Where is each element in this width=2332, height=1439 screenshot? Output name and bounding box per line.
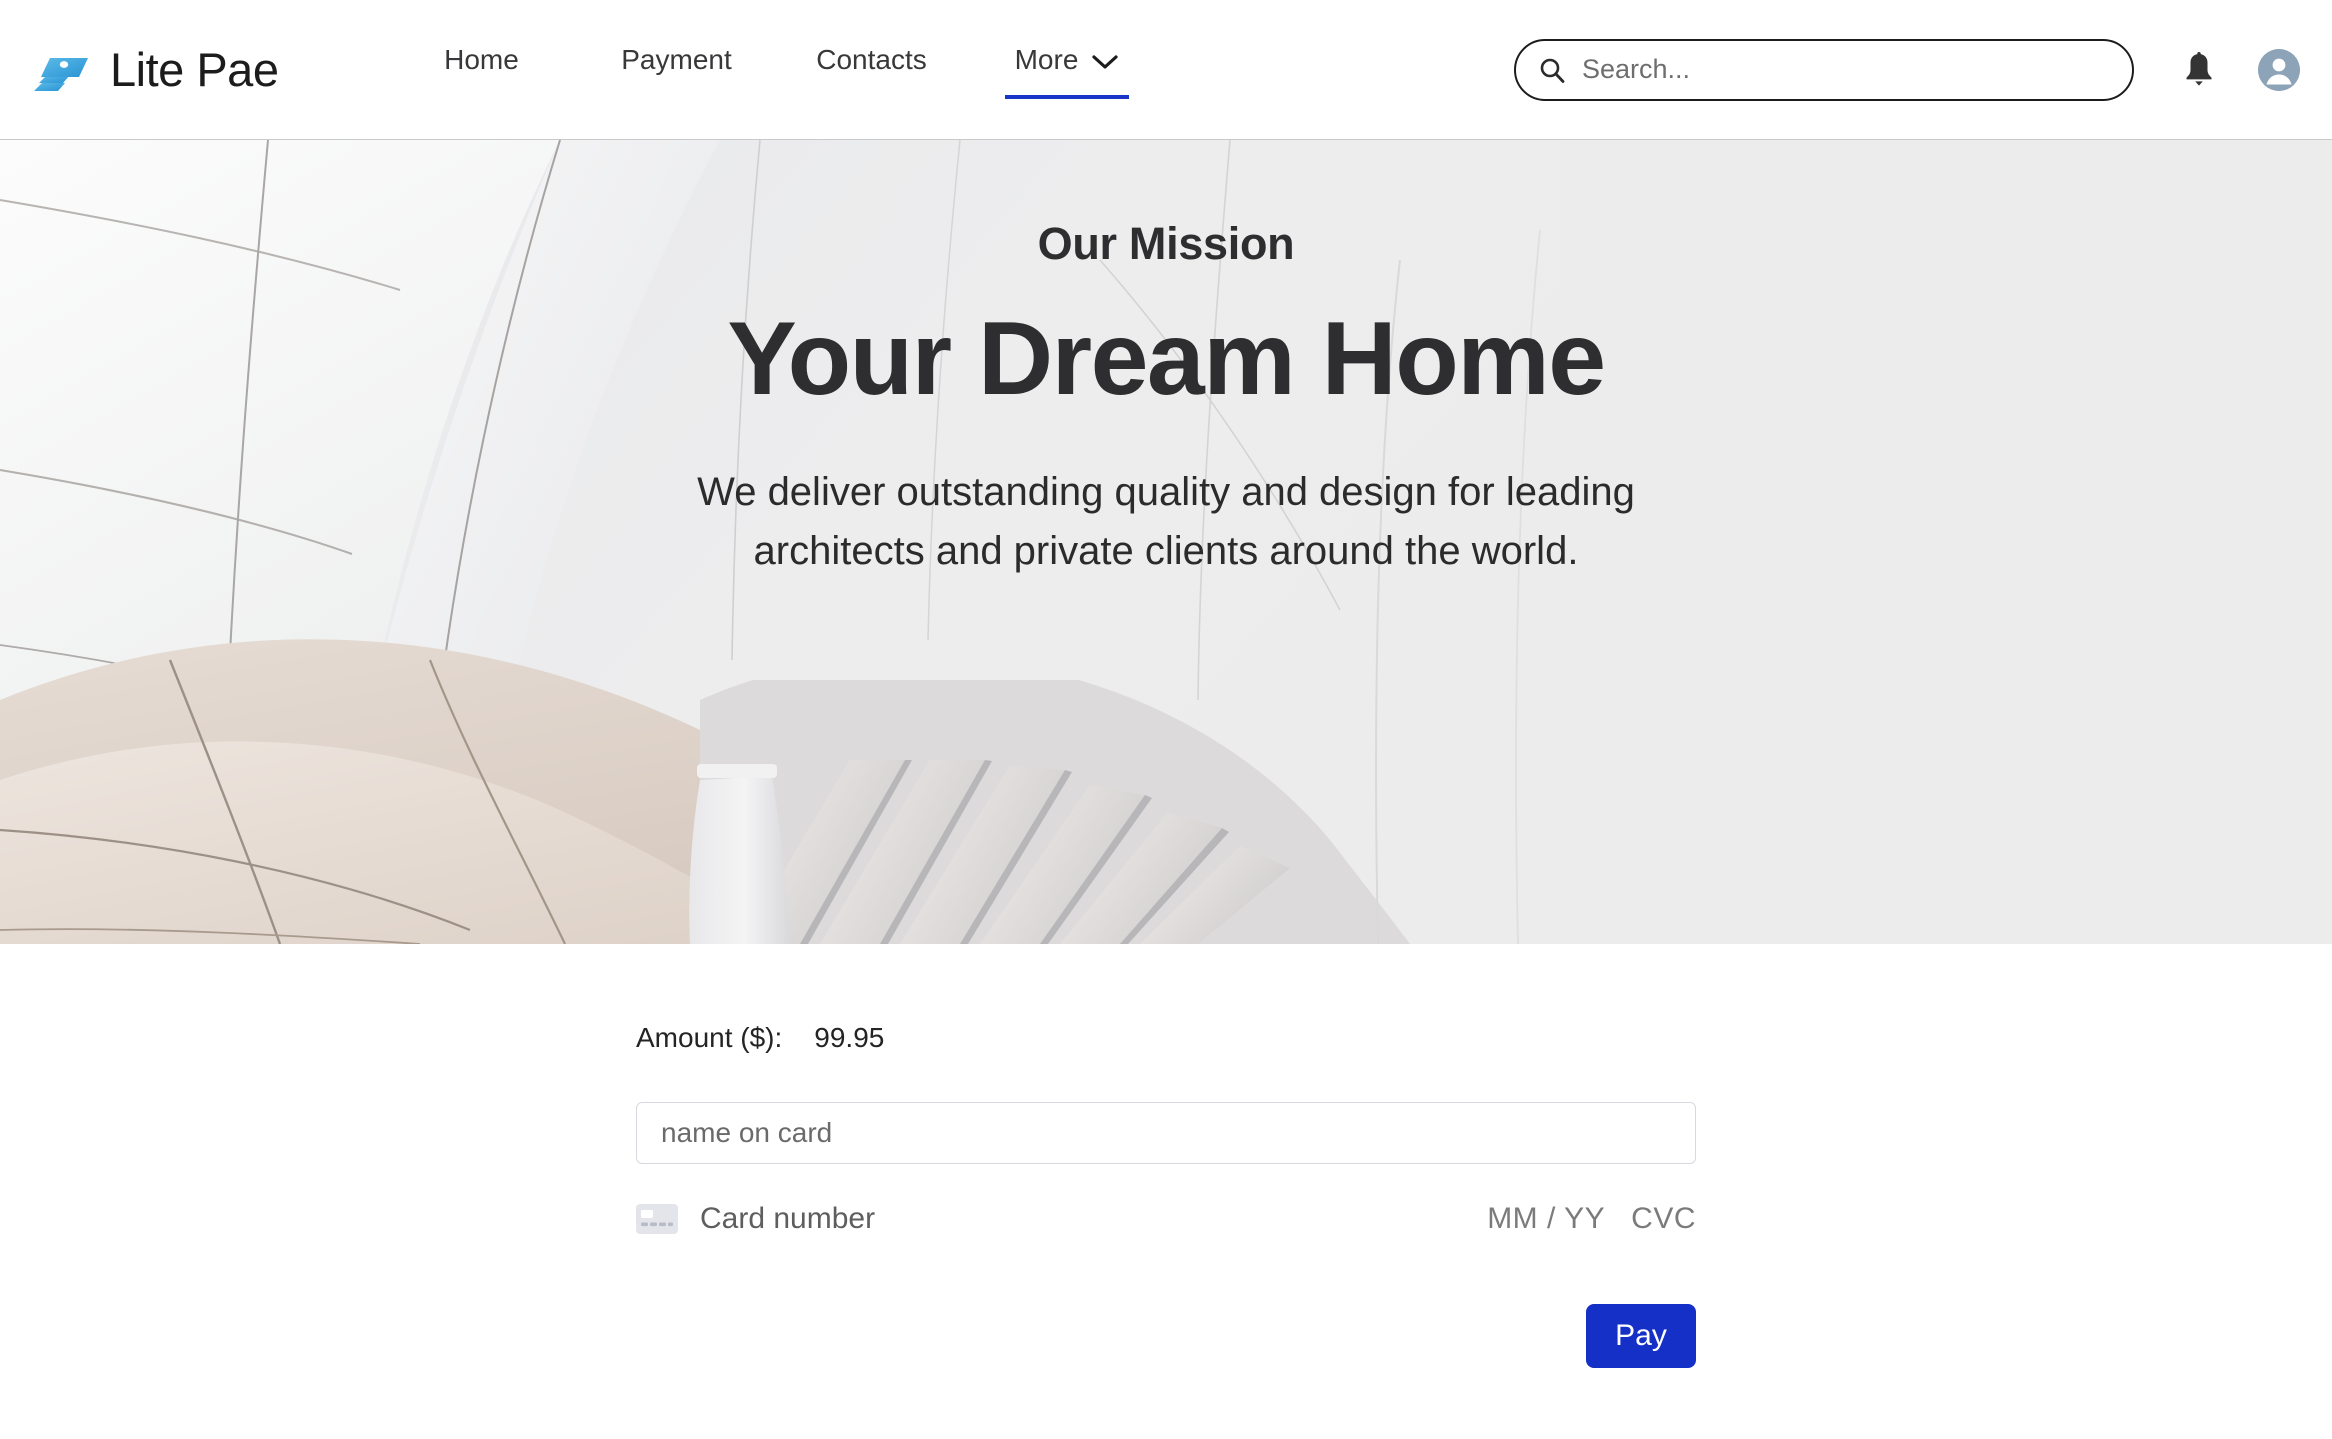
avatar[interactable] [2258, 48, 2300, 91]
pay-button-row: Pay [636, 1304, 1696, 1368]
nav-item-more[interactable]: More [969, 33, 1164, 107]
search-icon [1540, 58, 1565, 83]
nav-item-home[interactable]: Home [384, 33, 579, 107]
hero-content: Our Mission Your Dream Home We deliver o… [0, 140, 2332, 944]
payment-form: Amount ($): 99.95 Card number MM / YY [636, 944, 1696, 1368]
hero-section: Our Mission Your Dream Home We deliver o… [0, 140, 2332, 944]
stacked-cards-logo-icon [34, 57, 88, 91]
nav-item-label: Home [444, 43, 519, 75]
expiry-placeholder: MM / YY [1487, 1202, 1606, 1235]
nav-item-label: More [1014, 43, 1079, 75]
card-number-group[interactable]: Card number [636, 1202, 875, 1236]
name-on-card-input[interactable] [661, 1117, 1671, 1149]
main-navigation: Home Payment Contacts More [384, 33, 1164, 107]
search-input[interactable] [1582, 54, 2110, 85]
nav-item-label: Payment [621, 43, 732, 75]
bell-icon[interactable] [2182, 51, 2216, 88]
card-details-row[interactable]: Card number MM / YY CVC [636, 1202, 1696, 1236]
nav-item-contacts[interactable]: Contacts [774, 33, 969, 107]
page-title: Your Dream Home [727, 301, 1606, 417]
card-number-placeholder: Card number [700, 1202, 876, 1235]
amount-value: 99.95 [814, 1022, 885, 1053]
brand-logo-link[interactable]: Lite Pae [26, 42, 326, 97]
card-expiry-cvc-group[interactable]: MM / YY CVC [1487, 1202, 1696, 1236]
payment-section: Amount ($): 99.95 Card number MM / YY [0, 944, 2332, 1368]
amount-row: Amount ($): 99.95 [636, 944, 1696, 1054]
search-box[interactable] [1514, 38, 2134, 101]
nav-item-label: Contacts [816, 43, 927, 75]
search-area [1514, 38, 2134, 101]
nav-item-payment[interactable]: Payment [579, 33, 774, 107]
user-avatar-icon [2258, 48, 2300, 91]
pay-button[interactable]: Pay [1586, 1304, 1696, 1368]
credit-card-icon [636, 1204, 678, 1234]
site-header: Lite Pae Home Payment Contacts More [0, 0, 2332, 140]
cvc-placeholder: CVC [1631, 1202, 1696, 1235]
chevron-down-icon [1092, 54, 1118, 69]
header-icon-group [2182, 48, 2300, 91]
brand-name: Lite Pae [110, 43, 279, 96]
hero-eyebrow: Our Mission [1037, 218, 1295, 269]
amount-label: Amount ($): [636, 1022, 783, 1053]
name-on-card-field[interactable] [636, 1102, 1696, 1164]
hero-subtitle: We deliver outstanding quality and desig… [697, 469, 1635, 574]
